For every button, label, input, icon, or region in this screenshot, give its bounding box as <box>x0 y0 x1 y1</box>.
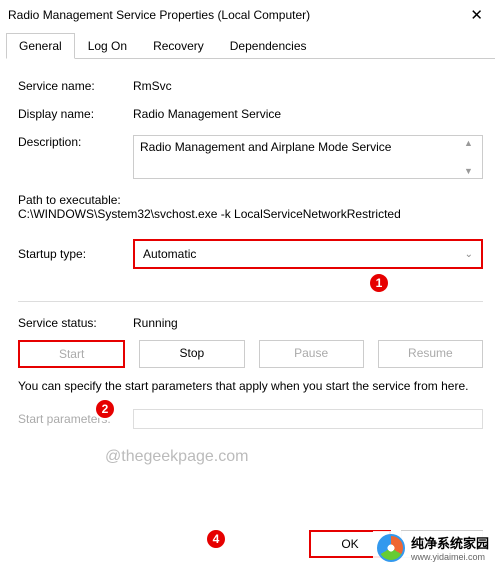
description-textarea[interactable]: Radio Management and Airplane Mode Servi… <box>133 135 483 179</box>
stop-button[interactable]: Stop <box>139 340 244 368</box>
scroll-up-icon[interactable]: ▲ <box>464 138 480 148</box>
description-text: Radio Management and Airplane Mode Servi… <box>140 140 391 154</box>
scroll-down-icon[interactable]: ▼ <box>464 166 480 176</box>
watermark-geekpage: @thegeekpage.com <box>105 448 248 466</box>
start-button[interactable]: Start <box>18 340 125 368</box>
description-scrollbar[interactable]: ▲ ▼ <box>464 138 480 176</box>
start-params-input <box>133 409 483 429</box>
annotation-badge-4: 4 <box>205 528 227 550</box>
watermark-yidaimei: 纯净系统家园 www.yidaimei.com <box>373 531 493 564</box>
startup-type-value: Automatic <box>143 247 196 261</box>
divider <box>18 301 483 302</box>
description-label: Description: <box>18 135 133 149</box>
startup-type-label: Startup type: <box>18 247 133 261</box>
watermark-url: www.yidaimei.com <box>411 552 489 562</box>
tab-bar: General Log On Recovery Dependencies <box>6 32 495 59</box>
tab-logon[interactable]: Log On <box>75 33 140 59</box>
tab-dependencies[interactable]: Dependencies <box>217 33 320 59</box>
annotation-badge-1: 1 <box>368 272 390 294</box>
service-name-label: Service name: <box>18 79 133 93</box>
display-name-value: Radio Management Service <box>133 107 483 121</box>
close-icon[interactable]: ✕ <box>462 6 491 24</box>
watermark-logo-icon <box>377 534 405 562</box>
service-status-value: Running <box>133 316 483 330</box>
resume-button: Resume <box>378 340 483 368</box>
path-value: C:\WINDOWS\System32\svchost.exe -k Local… <box>18 207 483 221</box>
tab-general[interactable]: General <box>6 33 75 59</box>
service-status-label: Service status: <box>18 316 133 330</box>
tab-recovery[interactable]: Recovery <box>140 33 217 59</box>
startup-type-select[interactable]: Automatic ⌄ <box>133 239 483 269</box>
start-params-hint: You can specify the start parameters tha… <box>18 378 483 395</box>
display-name-label: Display name: <box>18 107 133 121</box>
chevron-down-icon: ⌄ <box>465 249 473 260</box>
service-name-value: RmSvc <box>133 79 483 93</box>
start-params-label: Start parameters: <box>18 412 133 426</box>
watermark-brand: 纯净系统家园 <box>411 533 489 552</box>
window-title: Radio Management Service Properties (Loc… <box>8 8 310 22</box>
path-label: Path to executable: <box>18 193 483 207</box>
pause-button: Pause <box>259 340 364 368</box>
annotation-badge-2: 2 <box>94 398 116 420</box>
